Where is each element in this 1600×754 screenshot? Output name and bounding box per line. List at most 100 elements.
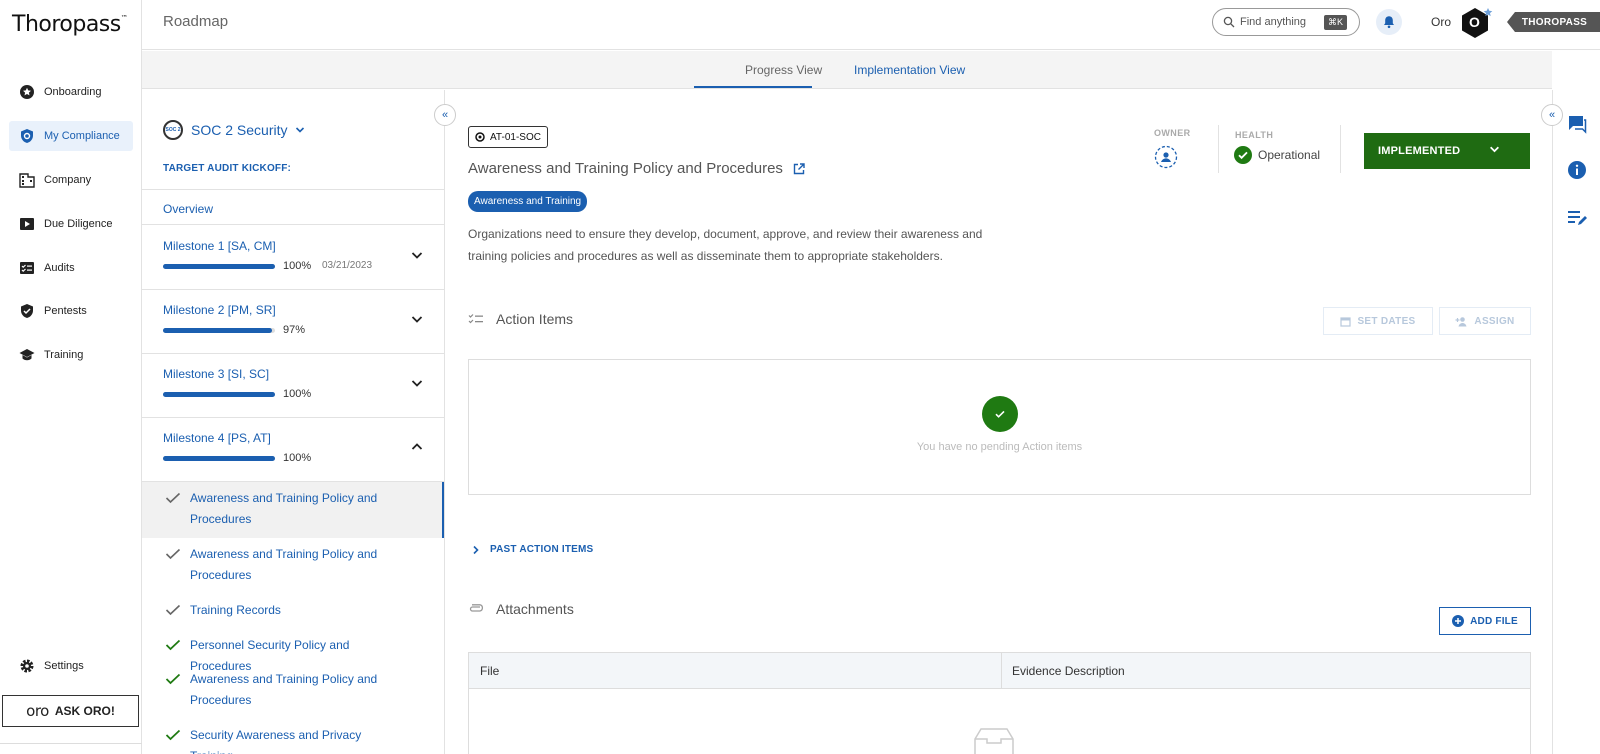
external-link-icon[interactable] <box>793 162 805 175</box>
milestone-progress-bar <box>163 392 275 397</box>
check-circle-icon <box>982 396 1018 432</box>
control-item[interactable]: Personnel Security Policy and Procedures <box>142 635 444 673</box>
nav-item-due-diligence[interactable]: Due Diligence <box>9 209 133 239</box>
control-label: Awareness and Training Policy and Proced… <box>190 491 378 526</box>
target-audit-kickoff-label: TARGET AUDIT KICKOFF: <box>163 163 292 174</box>
control-item[interactable]: Training Records <box>142 600 444 628</box>
nav-item-settings[interactable]: Settings <box>9 651 133 681</box>
checklist-icon <box>19 260 35 276</box>
nav-label: Onboarding <box>44 86 102 98</box>
tab-progress-view[interactable]: Progress View <box>745 63 822 77</box>
status-label: IMPLEMENTED <box>1378 145 1461 157</box>
nav-label: Pentests <box>44 305 87 317</box>
past-action-items-toggle[interactable]: PAST ACTION ITEMS <box>472 544 593 555</box>
column-header-evidence-description[interactable]: Evidence Description <box>1012 664 1125 678</box>
milestone-percent: 100% <box>283 452 312 464</box>
milestone-progress-bar <box>163 328 275 333</box>
milestone-percent: 100% <box>283 388 312 400</box>
search-placeholder: Find anything <box>1240 16 1307 28</box>
milestone-item[interactable]: Milestone 1 [SA, CM] 100% 03/21/2023 <box>142 225 444 290</box>
empty-state-text: You have no pending Action items <box>916 441 1083 453</box>
attachments-table-header: File Evidence Description <box>469 653 1530 689</box>
milestone-progress-fill <box>163 392 275 397</box>
add-person-icon <box>1455 316 1467 326</box>
milestone-panel: SOC 2 SOC 2 Security TARGET AUDIT KICKOF… <box>142 90 445 754</box>
chevron-down-icon <box>296 127 305 133</box>
nav-item-onboarding[interactable]: Onboarding <box>9 77 133 107</box>
tab-implementation-view[interactable]: Implementation View <box>854 63 965 77</box>
nav-label: Training <box>44 349 84 361</box>
nav-item-audits[interactable]: Audits <box>9 253 133 283</box>
milestone-progress-bar <box>163 264 275 269</box>
assign-button[interactable]: ASSIGN <box>1439 307 1531 335</box>
top-header: Roadmap Find anything ⌘K Oro O THOROPASS <box>142 0 1600 50</box>
ask-oro-button[interactable]: oro ASK ORO! <box>2 695 139 727</box>
attachments-title: Attachments <box>496 601 574 617</box>
star-badge-icon <box>19 84 35 100</box>
action-items-box: You have no pending Action items <box>468 359 1531 495</box>
chevron-down-icon[interactable] <box>411 313 423 325</box>
control-item[interactable]: Awareness and Training Policy and Proced… <box>142 544 444 596</box>
check-icon <box>165 604 181 616</box>
nav-item-training[interactable]: Training <box>9 340 133 370</box>
search-shortcut-badge: ⌘K <box>1323 15 1347 30</box>
control-item[interactable]: Awareness and Training Policy and Proced… <box>142 482 444 538</box>
assign-owner-icon[interactable] <box>1154 145 1178 169</box>
search-input[interactable]: Find anything ⌘K <box>1212 8 1360 36</box>
bell-icon <box>1384 16 1394 29</box>
control-detail: AT-01-SOC Awareness and Training Policy … <box>446 90 1531 754</box>
column-header-file[interactable]: File <box>480 664 499 678</box>
oro-logo: oro <box>26 702 49 720</box>
user-name[interactable]: Oro <box>1431 15 1451 29</box>
info-icon[interactable] <box>1567 160 1587 180</box>
thoropass-logo[interactable]: Thoropass™ <box>12 12 128 37</box>
add-file-label: ADD FILE <box>1470 615 1518 627</box>
control-label: Awareness and Training Policy and Proced… <box>190 672 378 707</box>
add-file-button[interactable]: ADD FILE <box>1439 607 1531 635</box>
chevron-up-icon[interactable] <box>411 441 423 453</box>
control-label: Awareness and Training Policy and Proced… <box>190 547 378 582</box>
control-description: Organizations need to ensure they develo… <box>468 227 983 263</box>
nav-item-company[interactable]: Company <box>9 165 133 195</box>
avatar-letter: O <box>1469 14 1480 30</box>
check-icon <box>165 673 181 685</box>
owner-label: OWNER <box>1154 128 1191 138</box>
status-dropdown-button[interactable]: IMPLEMENTED <box>1364 133 1530 169</box>
notifications-button[interactable] <box>1376 9 1402 35</box>
health-status: Operational <box>1234 146 1320 164</box>
nav-item-pentests[interactable]: Pentests <box>9 296 133 326</box>
nav-item-my-compliance[interactable]: My Compliance <box>9 121 133 151</box>
nav-label: Company <box>44 174 92 186</box>
comments-icon[interactable] <box>1567 114 1587 134</box>
control-item[interactable]: Security Awareness and Privacy Training <box>142 725 444 754</box>
past-action-items-label: PAST ACTION ITEMS <box>490 544 594 555</box>
chevron-down-icon[interactable] <box>411 377 423 389</box>
overview-link[interactable]: Overview <box>163 202 213 216</box>
collapse-right-rail-button[interactable]: « <box>1541 104 1563 126</box>
plus-circle-icon <box>1452 615 1465 627</box>
milestone-progress-fill <box>163 264 275 269</box>
milestone-item[interactable]: Milestone 2 [PM, SR] 97% <box>142 289 444 354</box>
milestone-progress-fill <box>163 328 272 333</box>
control-item[interactable]: Awareness and Training Policy and Proced… <box>142 669 444 721</box>
graduation-cap-icon <box>19 347 35 363</box>
framework-name: SOC 2 Security <box>191 122 288 138</box>
search-icon <box>1223 16 1235 28</box>
chevron-down-icon[interactable] <box>411 249 423 261</box>
milestone-item[interactable]: Milestone 4 [PS, AT] 100% <box>142 417 444 482</box>
control-title-text: Awareness and Training Policy and Proced… <box>468 160 783 177</box>
milestone-item[interactable]: Milestone 3 [SI, SC] 100% <box>142 353 444 418</box>
nav-footer-divider <box>0 743 142 744</box>
double-chevron-left-icon: « <box>1548 109 1556 121</box>
target-icon <box>475 132 485 142</box>
set-dates-button[interactable]: SET DATES <box>1323 307 1433 335</box>
avatar[interactable]: O <box>1460 6 1493 38</box>
edit-notes-icon[interactable] <box>1567 208 1587 228</box>
framework-selector[interactable]: SOC 2 SOC 2 Security <box>163 120 305 140</box>
divider <box>1340 125 1341 173</box>
shield-icon <box>19 128 35 144</box>
control-title: Awareness and Training Policy and Proced… <box>468 160 805 177</box>
milestone-progress-fill <box>163 456 275 461</box>
category-tag[interactable]: Awareness and Training <box>468 191 588 212</box>
health-label: HEALTH <box>1235 130 1274 140</box>
